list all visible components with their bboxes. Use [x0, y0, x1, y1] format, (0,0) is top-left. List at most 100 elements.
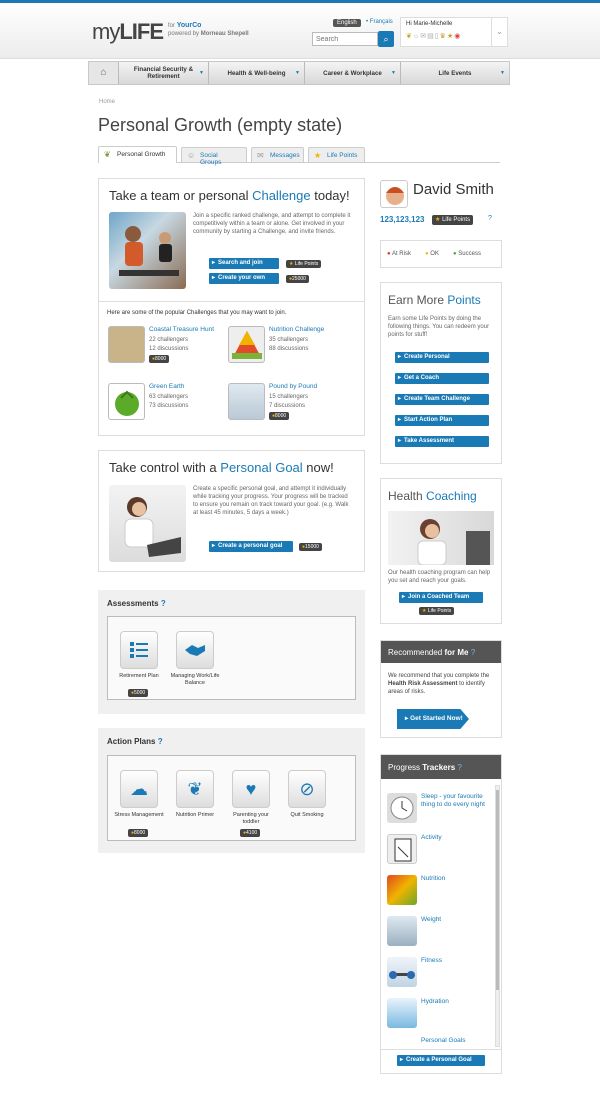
green-earth-image[interactable] [108, 383, 145, 420]
personal-goal-link[interactable]: Personal Goal [220, 460, 302, 475]
home-icon[interactable]: ⌂ [89, 62, 119, 84]
tab-life-points[interactable]: ★ Life Points [308, 147, 365, 162]
get-a-coach-button[interactable]: Get a Coach [395, 373, 489, 384]
challenge-description: Join a specific ranked challenge, and at… [193, 213, 351, 235]
powered-by-text: powered by [168, 31, 200, 37]
green-dot-icon: ● [453, 251, 457, 257]
help-icon[interactable]: ? [158, 737, 163, 746]
create-your-own-button[interactable]: Create your own [209, 273, 279, 284]
help-icon[interactable]: ? [471, 648, 475, 657]
food-pyramid-image[interactable] [228, 326, 265, 363]
earn-points-panel: Earn More Points Earn some Life Points b… [380, 282, 502, 464]
breadcrumb[interactable]: Home [99, 99, 115, 105]
chevron-down-icon: ▼ [295, 70, 300, 76]
legend-label: OK [430, 251, 439, 257]
nutrition-primer-tile[interactable]: ❦ [176, 770, 214, 808]
nav-financial[interactable]: Financial Security & Retirement ▼ [119, 62, 209, 84]
water-glass-icon [387, 998, 417, 1028]
quit-smoking-tile[interactable]: ⊘ [288, 770, 326, 808]
discussions-count: 12 discussions [149, 346, 189, 352]
search-input[interactable] [312, 32, 378, 46]
create-personal-goal-button[interactable]: Create a personal goal [209, 541, 293, 552]
tracker-sleep[interactable]: Sleep - your favourite thing to do every… [387, 793, 493, 825]
assessments-grid: Retirement Plan ●5000 Managing Work/Life… [107, 616, 356, 700]
challenge-heading: Take a team or personal Challenge today! [109, 188, 350, 203]
chevron-down-icon[interactable]: ⌄ [491, 18, 507, 46]
tab-bar: ❦ Personal Growth ☺ Social Groups ✉ Message… [98, 146, 500, 166]
nav-health[interactable]: Health & Well-being ▼ [209, 62, 305, 84]
leaf-icon: ❦ [104, 150, 111, 159]
join-coached-team-button[interactable]: Join a Coached Team [399, 592, 483, 603]
health-risk-link[interactable]: Health Risk Assessment [388, 681, 457, 687]
search-button[interactable]: ⌕ [378, 31, 394, 47]
heading-text: Earn More [388, 293, 448, 307]
points-badge: ●4100 [240, 829, 261, 837]
tracker-label: Weight [421, 916, 442, 923]
scale-icon [387, 916, 417, 946]
search-and-join-button[interactable]: Search and join [209, 258, 279, 269]
tab-personal-growth[interactable]: ❦ Personal Growth [98, 146, 177, 163]
logo[interactable]: myLIFE [92, 19, 164, 45]
tab-messages[interactable]: ✉ Messages [251, 147, 304, 162]
tracker-weight[interactable]: Weight [387, 916, 493, 948]
goal-description: Create a specific personal goal, and att… [193, 486, 349, 516]
create-personal-button[interactable]: Create Personal [395, 352, 489, 363]
list-icon [130, 642, 148, 658]
discussions-count: 88 discussions [269, 346, 309, 352]
personal-goal-panel: Take control with a Personal Goal now! C… [98, 450, 365, 572]
scale-image[interactable] [228, 383, 265, 420]
challengers-count: 35 challengers [269, 337, 309, 343]
challenge-link[interactable]: Pound by Pound [269, 383, 317, 390]
heading-text: Progress [388, 763, 423, 772]
take-assessment-button[interactable]: Take Assessment [395, 436, 489, 447]
help-icon[interactable]: ? [161, 599, 166, 608]
treasure-map-image[interactable] [108, 326, 145, 363]
legend-label: Success [458, 251, 481, 257]
assessments-section: Assessments ? Retirement Plan ●5000 Mana… [98, 590, 365, 714]
lang-french[interactable]: • Français [366, 19, 393, 25]
tracker-fitness[interactable]: Fitness [387, 957, 493, 989]
challenge-link[interactable]: Challenge [252, 188, 311, 203]
tracker-label: Sleep - your favourite thing to do every… [421, 793, 485, 808]
work-life-balance-tile[interactable] [176, 631, 214, 669]
lang-english[interactable]: English [333, 19, 361, 27]
logo-subtitle: for YourCo powered by Morneau Shepell [168, 22, 249, 38]
tracker-nutrition[interactable]: Nutrition [387, 875, 493, 907]
help-icon[interactable]: ? [488, 215, 492, 222]
main-nav: ⌂ Financial Security & Retirement ▼ Healt… [88, 61, 510, 85]
logo-my: my [92, 19, 120, 44]
start-action-plan-button[interactable]: Start Action Plan [395, 415, 489, 426]
avatar[interactable] [380, 180, 408, 208]
life-points-badge: ★ Life Points [432, 215, 474, 225]
user-status-icons: ❦☼✉▤▯♛★◉ [406, 32, 461, 40]
tracker-label: Fitness [421, 957, 442, 964]
challenge-link[interactable]: Green Earth [149, 383, 184, 390]
trackers-scrollbar[interactable] [495, 785, 500, 1047]
user-menu[interactable]: Hi Marie-Michelle ❦☼✉▤▯♛★◉ ⌄ [400, 17, 508, 47]
recommended-header: Recommended for Me ? [381, 641, 501, 663]
tracker-personal-goals[interactable]: Personal Goals [387, 1037, 493, 1049]
tracker-activity[interactable]: Activity [387, 834, 493, 866]
chevron-down-icon: ▼ [391, 70, 396, 76]
nav-career[interactable]: Career & Workplace ▼ [305, 62, 401, 84]
yellow-dot-icon: ● [425, 251, 429, 257]
tab-social-groups[interactable]: ☺ Social Groups [181, 147, 247, 166]
heading-bold: for Me [444, 648, 469, 657]
points-link[interactable]: Points [447, 293, 480, 307]
retirement-plan-tile[interactable] [120, 631, 158, 669]
create-team-challenge-button[interactable]: Create Team Challenge [395, 394, 489, 405]
tracker-label: Hydration [421, 998, 449, 1005]
tracker-hydration[interactable]: Hydration [387, 998, 493, 1030]
scrollbar-thumb[interactable] [496, 790, 499, 990]
woman-laptop-image [109, 485, 186, 562]
coaching-link[interactable]: Coaching [426, 489, 477, 503]
parenting-toddler-tile[interactable]: ♥ [232, 770, 270, 808]
stress-management-tile[interactable]: ☁ [120, 770, 158, 808]
get-started-button[interactable]: ▸ Get Started Now! [397, 709, 469, 729]
nav-life-events[interactable]: Life Events ▼ [401, 62, 509, 84]
challenge-link[interactable]: Nutrition Challenge [269, 326, 324, 333]
help-icon[interactable]: ? [457, 763, 461, 772]
create-personal-goal-button[interactable]: Create a Personal Goal [397, 1055, 485, 1066]
storm-cloud-icon: ☁ [130, 778, 148, 799]
challenge-link[interactable]: Coastal Treasure Hunt [149, 326, 214, 333]
